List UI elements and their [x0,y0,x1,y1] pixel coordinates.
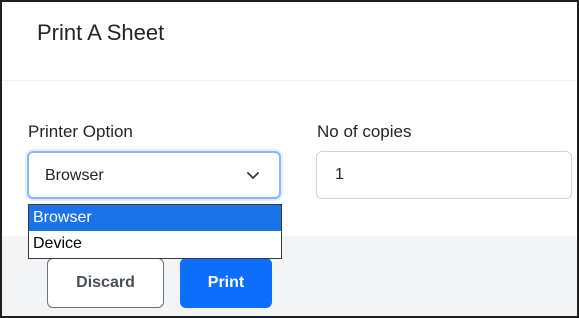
copies-label: No of copies [317,122,412,141]
copies-input[interactable] [316,151,572,199]
dropdown-option-browser[interactable]: Browser [29,205,281,231]
printer-option-selected-value: Browser [45,167,104,184]
printer-option-select[interactable]: Browser [27,151,281,199]
chevron-down-icon [247,172,259,179]
printer-option-label: Printer Option [28,122,133,141]
dialog-title: Print A Sheet [37,20,165,45]
dropdown-option-device[interactable]: Device [29,231,281,257]
dialog-header: Print A Sheet [2,2,577,81]
print-button[interactable]: Print [180,258,272,308]
printer-option-dropdown-list: Browser Device [28,204,282,259]
print-sheet-dialog: Print A Sheet Printer Option No of copie… [0,0,579,318]
discard-button[interactable]: Discard [47,258,164,308]
